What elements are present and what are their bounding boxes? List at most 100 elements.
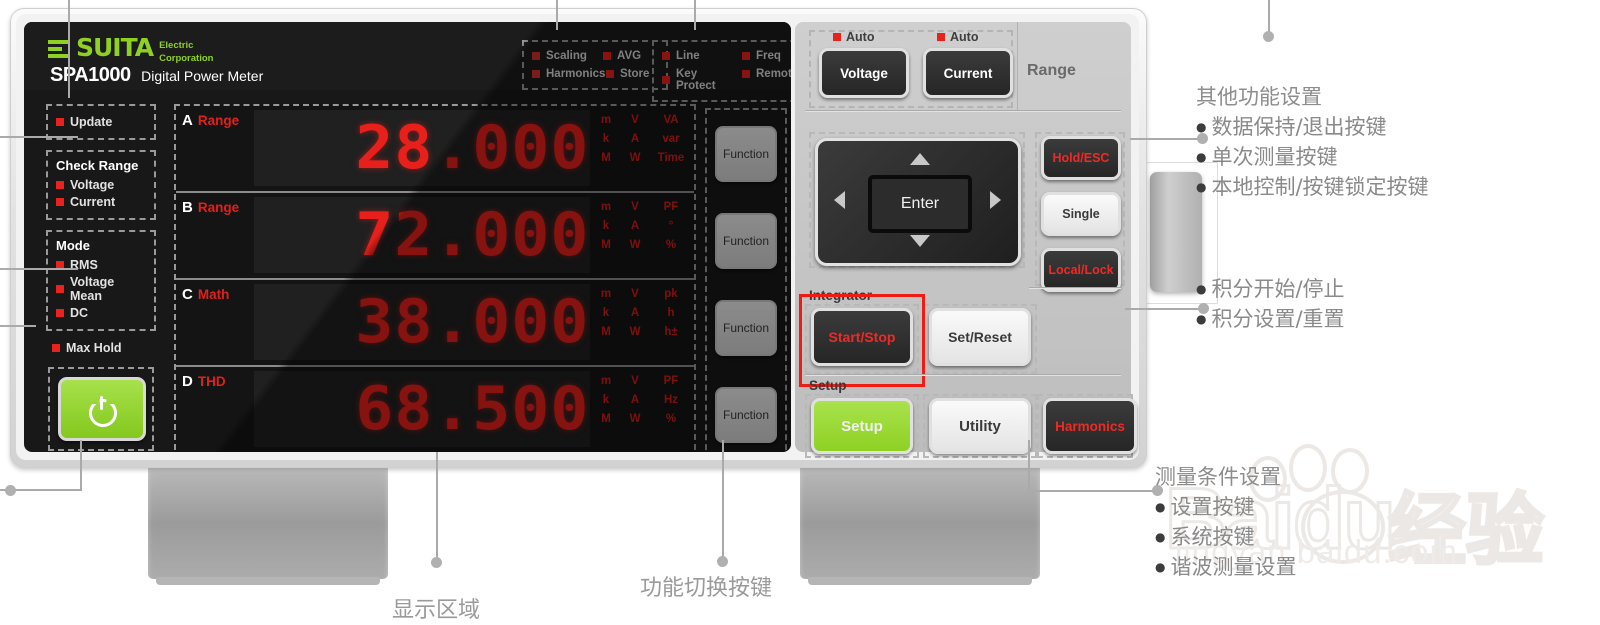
check-range-current: Current xyxy=(56,195,146,209)
function-button-1[interactable]: Function xyxy=(715,125,777,182)
set-reset-button[interactable]: Set/Reset xyxy=(929,308,1031,366)
led-icon xyxy=(52,344,60,352)
row-d-value-field: 68.500 xyxy=(254,371,590,447)
unit-cell: V xyxy=(631,114,639,126)
led-icon xyxy=(56,118,64,126)
annotation-item: 本地控制/按键锁定按键 xyxy=(1196,172,1428,202)
unit-cell: var xyxy=(662,133,680,145)
navigation-pad[interactable]: Enter xyxy=(815,138,1021,266)
power-button-box xyxy=(48,367,154,451)
annotation-item: 系统按键 xyxy=(1155,522,1296,552)
power-icon xyxy=(89,396,117,427)
leader-dot xyxy=(431,557,442,568)
function-button-4[interactable]: Function xyxy=(715,386,777,443)
row-d-label: D THD xyxy=(182,373,226,390)
row-d-units: m V PF k A Hz M W% xyxy=(596,375,688,432)
hold-esc-button[interactable]: Hold/ESC xyxy=(1041,136,1121,180)
segment-readout: 28.000 xyxy=(355,113,590,183)
unit-cell: Time xyxy=(657,152,685,164)
unit-cell: m xyxy=(600,201,612,213)
unit-cell: PF xyxy=(663,201,679,213)
leader-dot xyxy=(1263,31,1274,42)
leader-line xyxy=(722,440,724,562)
leader-line xyxy=(0,136,78,138)
led-icon xyxy=(56,181,64,189)
indicator-label: Current xyxy=(70,195,116,209)
arrow-left-icon[interactable] xyxy=(834,191,845,209)
led-icon xyxy=(56,198,64,206)
check-range-box: Check Range Voltage Current xyxy=(46,150,156,220)
led-icon xyxy=(662,76,670,84)
row-a-value-field: 28.000 xyxy=(254,110,590,186)
arrow-up-icon[interactable] xyxy=(910,153,930,165)
voltage-button[interactable]: Voltage xyxy=(819,48,909,98)
navigation-pad-box: Enter xyxy=(809,132,1025,268)
status-label: Harmonics xyxy=(546,68,606,80)
indicator-update: Update xyxy=(56,115,146,129)
unit-cell: ° xyxy=(668,220,674,232)
brand-logo: SUITA Electric Corporation xyxy=(48,33,213,64)
leader-line xyxy=(68,0,70,98)
status-harmonics: Harmonics xyxy=(532,68,605,80)
start-stop-button[interactable]: Start/Stop xyxy=(811,308,913,366)
annotation-integrator: 积分开始/停止 积分设置/重置 xyxy=(1196,274,1344,334)
single-button[interactable]: Single xyxy=(1041,192,1121,236)
unit-cell: Hz xyxy=(663,394,679,406)
mode-dc: DC xyxy=(56,306,146,320)
unit-cell: V xyxy=(631,375,639,387)
screenshot-root: Baidu 经验 jingyan.baidu.com SUITA Electri… xyxy=(0,0,1600,625)
status-remote: Remote xyxy=(742,68,791,80)
front-panel-left: SUITA Electric Corporation SPA1000 Digit… xyxy=(24,22,791,452)
power-button[interactable] xyxy=(58,377,146,441)
annotation-measure-conditions: 测量条件设置 设置按键 系统按键 谐波测量设置 xyxy=(1155,462,1296,582)
brand-sub-line1: Electric xyxy=(159,40,194,51)
model-number: SPA1000 xyxy=(50,64,131,86)
led-icon xyxy=(56,285,64,293)
watermark-text-cn: 经验 xyxy=(1386,485,1545,576)
led-icon xyxy=(56,309,64,317)
harmonics-button[interactable]: Harmonics xyxy=(1043,398,1137,454)
unit-cell: k xyxy=(602,394,610,406)
status-store: Store xyxy=(606,68,658,80)
auto-label: Auto xyxy=(950,30,979,44)
row-c-value-field: 38.000 xyxy=(254,284,590,360)
unit-cell: A xyxy=(630,220,640,232)
model-description: Digital Power Meter xyxy=(141,68,264,84)
row-b-units: m V PF k A ° M W% xyxy=(596,201,688,258)
check-range-title: Check Range xyxy=(56,158,139,173)
unit-cell: V xyxy=(631,201,639,213)
row-c-units: m Vpk k Ah M Wh± xyxy=(596,288,688,345)
function-button-2[interactable]: Function xyxy=(715,212,777,269)
setup-button[interactable]: Setup xyxy=(811,398,913,454)
power-meter-device: SUITA Electric Corporation SPA1000 Digit… xyxy=(10,8,1147,468)
mode-voltage-mean: Voltage Mean xyxy=(56,275,146,303)
brand-name: SUITA xyxy=(76,33,154,62)
leader-line xyxy=(694,0,696,30)
channel-id: B xyxy=(182,199,193,216)
utility-button[interactable]: Utility xyxy=(929,398,1031,454)
annotation-title: 测量条件设置 xyxy=(1155,465,1281,489)
device-side-handle xyxy=(1136,172,1202,292)
leader-line xyxy=(0,325,36,327)
status-avg: AVG xyxy=(603,50,658,62)
unit-cell: V xyxy=(631,288,639,300)
arrow-right-icon[interactable] xyxy=(990,191,1001,209)
leader-line xyxy=(80,440,82,490)
channel-mode: THD xyxy=(197,374,226,389)
status-label: Freq xyxy=(756,50,781,62)
annotation-title: 其他功能设置 xyxy=(1196,85,1322,109)
unit-cell: VA xyxy=(663,114,679,126)
update-label: Update xyxy=(70,115,113,129)
unit-cell: A xyxy=(630,307,640,319)
unit-cell: W xyxy=(629,326,641,338)
status-key-protect: Key Protect xyxy=(662,68,726,92)
current-button[interactable]: Current xyxy=(923,48,1013,98)
device-bezel: SUITA Electric Corporation SPA1000 Digit… xyxy=(16,14,1139,460)
arrow-down-icon[interactable] xyxy=(910,235,930,247)
row-b-value-field: 72.000 xyxy=(254,197,590,273)
local-lock-button[interactable]: Local/Lock xyxy=(1041,248,1121,292)
function-button-3[interactable]: Function xyxy=(715,299,777,356)
enter-button[interactable]: Enter xyxy=(868,175,972,233)
segment-readout: 68.500 xyxy=(355,374,590,444)
row-a-label: A Range xyxy=(182,112,239,129)
